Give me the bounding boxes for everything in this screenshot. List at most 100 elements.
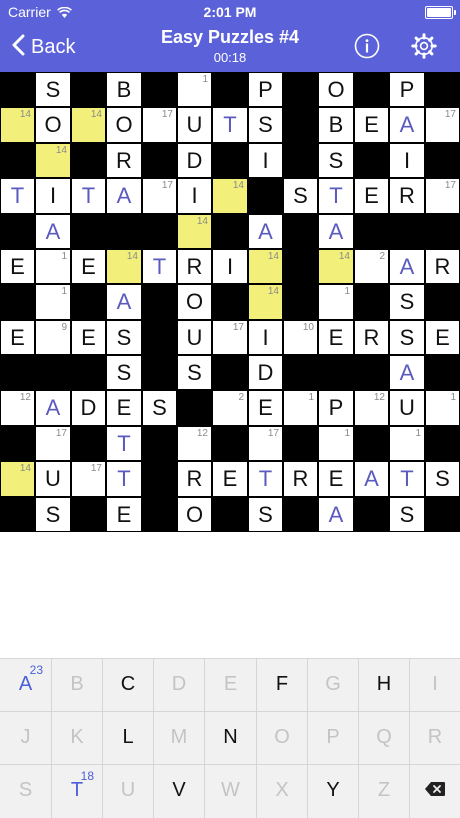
grid-cell[interactable]: T xyxy=(142,249,177,284)
grid-cell[interactable]: R xyxy=(389,178,425,214)
grid-cell[interactable]: S xyxy=(318,143,354,178)
grid-cell[interactable]: A xyxy=(106,178,142,214)
key-a[interactable]: A 23 xyxy=(0,659,51,711)
grid-cell[interactable]: 1 xyxy=(177,72,212,107)
grid-cell[interactable]: A xyxy=(354,461,389,497)
highlighted-cell[interactable]: 14 xyxy=(248,284,283,320)
grid-cell[interactable]: S xyxy=(142,390,177,426)
highlighted-cell[interactable]: 14 xyxy=(248,249,283,284)
grid-cell[interactable]: E xyxy=(354,178,389,214)
key-l[interactable]: L xyxy=(103,712,153,764)
highlighted-cell[interactable]: 14 xyxy=(35,143,71,178)
grid-cell[interactable]: I xyxy=(248,320,283,355)
settings-button[interactable] xyxy=(411,33,437,64)
grid-cell[interactable]: S xyxy=(106,355,142,390)
grid-cell[interactable]: R xyxy=(425,249,460,284)
grid-cell[interactable]: O xyxy=(177,284,212,320)
grid-cell[interactable]: O xyxy=(106,107,142,143)
grid-cell[interactable]: U xyxy=(35,461,71,497)
key-t[interactable]: T 18 xyxy=(52,765,102,818)
grid-cell[interactable]: 17 xyxy=(71,461,106,497)
backspace-key[interactable] xyxy=(410,765,460,818)
info-button[interactable] xyxy=(354,33,380,64)
grid-cell[interactable]: E xyxy=(0,320,35,355)
grid-cell[interactable]: B xyxy=(318,107,354,143)
grid-cell[interactable]: I xyxy=(35,178,71,214)
key-c[interactable]: C xyxy=(103,659,153,711)
grid-cell[interactable]: 1 xyxy=(318,284,354,320)
grid-cell[interactable]: A xyxy=(35,390,71,426)
grid-cell[interactable]: 12 xyxy=(354,390,389,426)
grid-cell[interactable]: T xyxy=(389,461,425,497)
grid-cell[interactable]: 2 xyxy=(354,249,389,284)
highlighted-cell[interactable]: 14 xyxy=(318,249,354,284)
grid-cell[interactable]: E xyxy=(354,107,389,143)
grid-cell[interactable]: T xyxy=(0,178,35,214)
grid-cell[interactable]: B xyxy=(106,72,142,107)
grid-cell[interactable]: 1 xyxy=(318,426,354,461)
grid-cell[interactable]: E xyxy=(248,390,283,426)
grid-cell[interactable]: I xyxy=(177,178,212,214)
grid-cell[interactable]: S xyxy=(35,497,71,532)
grid-cell[interactable]: D xyxy=(71,390,106,426)
grid-cell[interactable]: S xyxy=(283,178,318,214)
highlighted-cell[interactable]: 14 xyxy=(106,249,142,284)
grid-cell[interactable]: 1 xyxy=(35,249,71,284)
grid-cell[interactable]: S xyxy=(248,107,283,143)
grid-cell[interactable]: R xyxy=(177,249,212,284)
grid-cell[interactable]: E xyxy=(106,497,142,532)
highlighted-cell[interactable]: 14 xyxy=(71,107,106,143)
grid-cell[interactable]: R xyxy=(354,320,389,355)
grid-cell[interactable]: A xyxy=(35,214,71,249)
grid-cell[interactable]: P xyxy=(318,390,354,426)
grid-cell[interactable]: I xyxy=(248,143,283,178)
grid-cell[interactable]: A xyxy=(248,214,283,249)
highlighted-cell[interactable]: 14 xyxy=(212,178,248,214)
grid-cell[interactable]: S xyxy=(389,284,425,320)
grid-cell[interactable]: U xyxy=(389,390,425,426)
grid-cell[interactable]: I xyxy=(389,143,425,178)
grid-cell[interactable]: S xyxy=(389,320,425,355)
highlighted-cell[interactable]: 14 xyxy=(0,107,35,143)
highlighted-cell[interactable]: 14 xyxy=(0,461,35,497)
grid-cell[interactable]: A xyxy=(389,355,425,390)
grid-cell[interactable]: O xyxy=(177,497,212,532)
grid-cell[interactable]: T xyxy=(106,461,142,497)
grid-cell[interactable]: E xyxy=(318,320,354,355)
key-y[interactable]: Y xyxy=(308,765,358,818)
grid-cell[interactable]: 9 xyxy=(35,320,71,355)
key-f[interactable]: F xyxy=(257,659,307,711)
grid-cell[interactable]: 10 xyxy=(283,320,318,355)
grid-cell[interactable]: E xyxy=(71,320,106,355)
key-v[interactable]: V xyxy=(154,765,204,818)
grid-cell[interactable]: E xyxy=(106,390,142,426)
grid-cell[interactable]: A xyxy=(389,107,425,143)
grid-cell[interactable]: T xyxy=(318,178,354,214)
grid-cell[interactable]: 12 xyxy=(0,390,35,426)
grid-cell[interactable]: 17 xyxy=(35,426,71,461)
grid-cell[interactable]: E xyxy=(318,461,354,497)
grid-cell[interactable]: P xyxy=(389,72,425,107)
grid-cell[interactable]: D xyxy=(248,355,283,390)
grid-cell[interactable]: D xyxy=(177,143,212,178)
grid-cell[interactable]: U xyxy=(177,107,212,143)
grid-cell[interactable]: R xyxy=(283,461,318,497)
grid-cell[interactable]: 2 xyxy=(212,390,248,426)
grid-cell[interactable]: T xyxy=(71,178,106,214)
grid-cell[interactable]: O xyxy=(318,72,354,107)
grid-cell[interactable]: 1 xyxy=(389,426,425,461)
key-n[interactable]: N xyxy=(205,712,256,764)
grid-cell[interactable]: E xyxy=(71,249,106,284)
grid-cell[interactable]: A xyxy=(389,249,425,284)
grid-cell[interactable]: 17 xyxy=(142,178,177,214)
grid-cell[interactable]: 17 xyxy=(425,178,460,214)
grid-cell[interactable]: A xyxy=(318,497,354,532)
grid-cell[interactable]: S xyxy=(248,497,283,532)
grid-cell[interactable]: E xyxy=(0,249,35,284)
grid-cell[interactable]: 1 xyxy=(35,284,71,320)
grid-cell[interactable]: U xyxy=(177,320,212,355)
grid-cell[interactable]: 12 xyxy=(177,426,212,461)
grid-cell[interactable]: 17 xyxy=(142,107,177,143)
grid-cell[interactable]: S xyxy=(35,72,71,107)
grid-cell[interactable]: R xyxy=(177,461,212,497)
